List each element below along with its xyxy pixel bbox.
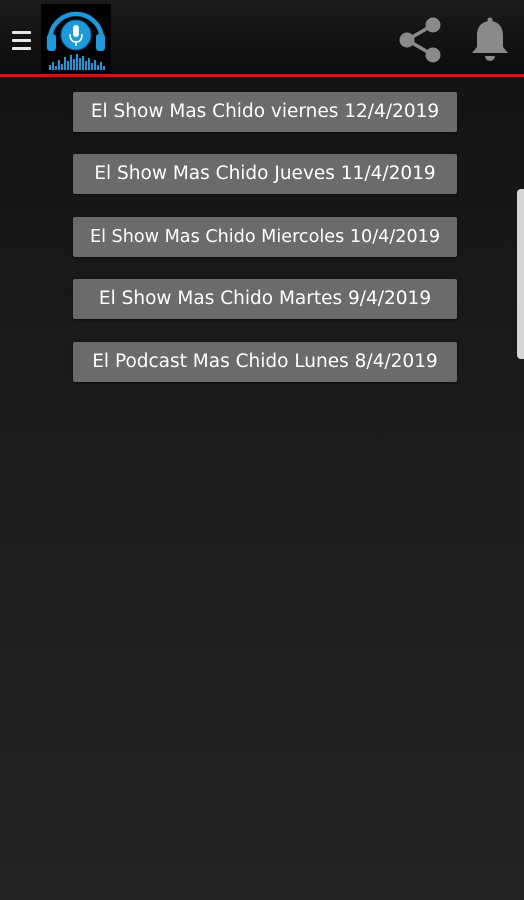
notifications-button[interactable]	[462, 12, 518, 68]
episode-button[interactable]: El Show Mas Chido viernes 12/4/2019	[73, 92, 457, 132]
app-bar	[0, 0, 524, 74]
episode-button[interactable]: El Podcast Mas Chido Lunes 8/4/2019	[73, 342, 457, 382]
episode-button[interactable]: El Show Mas Chido Martes 9/4/2019	[73, 279, 457, 319]
share-button[interactable]	[392, 12, 448, 68]
scroll-indicator[interactable]	[517, 189, 524, 359]
episode-button[interactable]: El Show Mas Chido Miercoles 10/4/2019	[73, 217, 457, 257]
menu-button[interactable]	[4, 22, 36, 58]
app-bar-divider	[0, 74, 524, 77]
bell-icon	[472, 17, 508, 61]
episode-button[interactable]: El Show Mas Chido Jueves 11/4/2019	[73, 154, 457, 194]
share-icon	[399, 17, 441, 63]
microphone-headphones-logo-icon	[47, 11, 105, 70]
app-logo[interactable]	[41, 4, 111, 74]
